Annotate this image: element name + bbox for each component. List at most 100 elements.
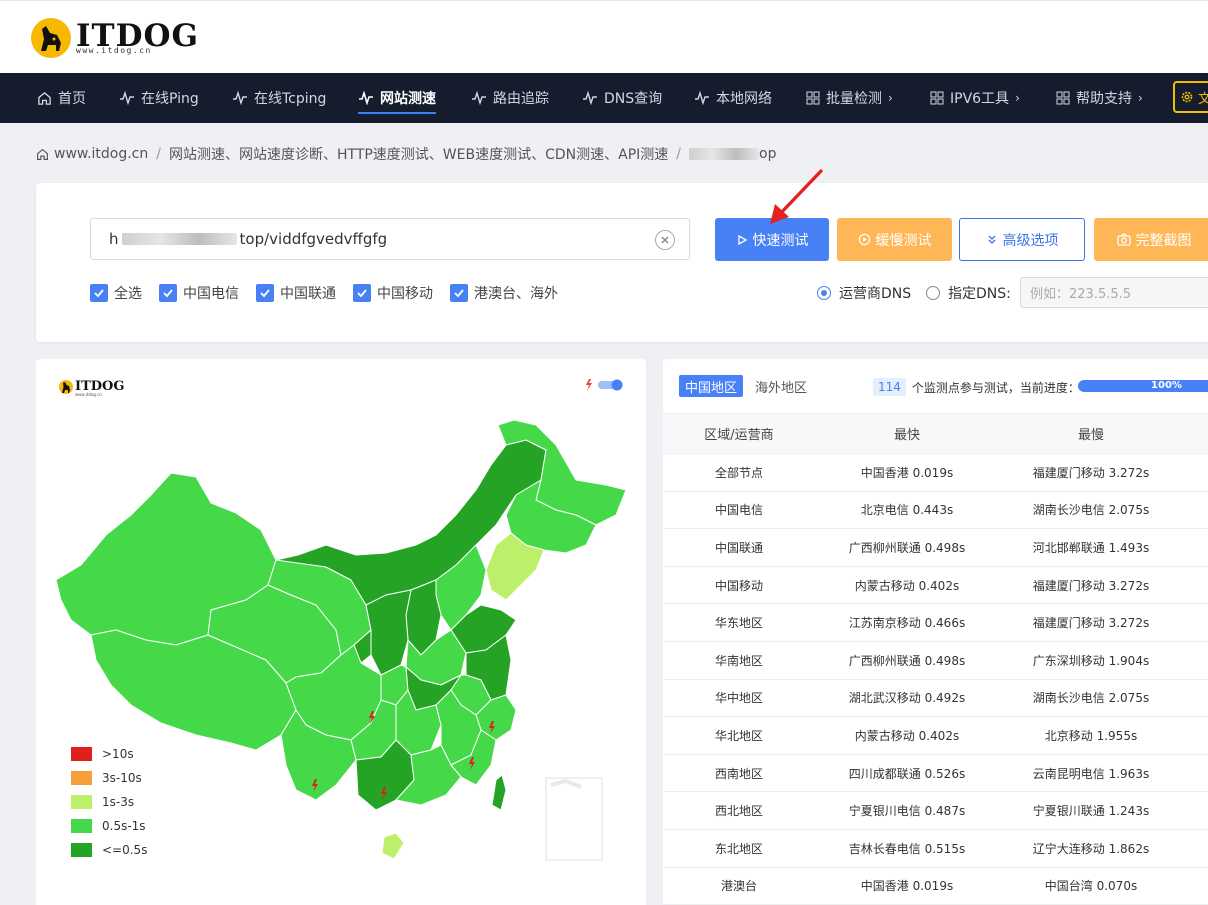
radio-label: 指定DNS:	[948, 286, 1011, 302]
double-chevron-down-icon	[988, 235, 995, 244]
radio-isp-dns[interactable]: 运营商DNS	[817, 284, 911, 302]
breadcrumb-section[interactable]: 网站测速、网站速度诊断、HTTP速度测试、WEB速度测试、CDN测速、API测速	[169, 144, 668, 164]
slowest-cell: 湖南长沙电信 2.075s	[1032, 691, 1150, 706]
slowest-cell: 中国台湾 0.070s	[1044, 879, 1138, 894]
map-region-shaanxi	[365, 589, 412, 676]
red-arrow-annotation	[770, 169, 823, 224]
nav-label: IPV6工具	[950, 91, 1010, 107]
advanced-options-button[interactable]: 高级选项	[959, 218, 1085, 261]
fastest-cell: 北京电信 0.443s	[860, 503, 954, 518]
slowest-cell: 辽宁大连移动 1.862s	[1032, 841, 1150, 856]
tab-china[interactable]: 中国地区	[679, 375, 744, 397]
progress-text: 个监测点参与测试，当前进度：	[911, 380, 1080, 395]
custom-dns-input[interactable]: 例如：223.5.5.5	[1020, 277, 1208, 308]
slowest-cell: 福建厦门移动 3.272s	[1032, 616, 1150, 631]
check-icon	[450, 284, 468, 302]
nav-item-ping[interactable]: 在线Ping	[119, 73, 199, 123]
check-icon	[353, 284, 371, 302]
legend-swatch	[71, 819, 92, 833]
nav-label: 帮助支持	[1076, 91, 1132, 107]
breadcrumb-home[interactable]: www.itdog.cn	[54, 146, 148, 162]
table-row: 中国电信 北京电信 0.443s 湖南长沙电信 2.075s	[663, 492, 1208, 530]
column-header: 最快	[893, 428, 920, 443]
main-nav: 首页 在线Ping 在线Tcping 网站测速 路由追踪 DNS查询 本地网络 …	[0, 73, 1208, 123]
nav-label: 网站测速	[380, 91, 436, 107]
checkbox-select-all[interactable]: 全选	[90, 284, 142, 302]
fastest-cell: 江苏南京移动 0.466s	[848, 616, 966, 631]
slowest-cell: 福建厦门移动 3.272s	[1032, 578, 1150, 593]
nav-item-batch[interactable]: 批量检测 ›	[806, 73, 893, 123]
radio-custom-dns[interactable]: 指定DNS:	[926, 284, 1011, 302]
slow-test-label: 缓慢测试	[875, 232, 932, 249]
checkbox-mobile[interactable]: 中国移动	[353, 284, 433, 302]
quick-test-label: 快速测试	[752, 232, 809, 249]
home-icon	[38, 91, 51, 105]
nav-item-home[interactable]: 首页	[37, 73, 86, 123]
table-header: 区域/运营商 最快 最慢	[663, 413, 1208, 454]
logo-subtext: www.itdog.cn	[76, 46, 152, 55]
settings-button[interactable]: 文	[1173, 81, 1208, 113]
full-screenshot-button[interactable]: 完整截图	[1094, 218, 1208, 261]
nav-item-help[interactable]: 帮助支持 ›	[1056, 73, 1143, 123]
nav-item-website-speed[interactable]: 网站测速	[358, 73, 436, 123]
slowest-cell: 宁夏银川联通 1.243s	[1032, 804, 1150, 819]
map-toggle[interactable]	[586, 379, 624, 391]
nav-item-tcping[interactable]: 在线Tcping	[232, 73, 326, 123]
clear-input-button[interactable]	[655, 230, 675, 250]
fastest-cell: 中国香港 0.019s	[860, 879, 954, 894]
region-cell: 华北地区	[714, 728, 763, 743]
region-cell: 华东地区	[714, 616, 763, 631]
legend-item: >10s	[71, 742, 147, 766]
grid-icon	[1056, 91, 1070, 105]
legend-swatch	[71, 771, 92, 785]
legend-item: <=0.5s	[71, 838, 147, 862]
legend-label: 0.5s-1s	[102, 819, 146, 833]
nav-item-dns[interactable]: DNS查询	[582, 73, 662, 123]
fastest-cell: 四川成都联通 0.526s	[848, 766, 966, 781]
gear-icon	[1181, 91, 1193, 103]
slowest-cell: 福建厦门移动 3.272s	[1032, 465, 1150, 480]
url-input[interactable]: h top/viddfgvedvffgfg	[90, 218, 690, 260]
url-redacted	[121, 233, 237, 245]
nav-item-traceroute[interactable]: 路由追踪	[471, 73, 549, 123]
pulse-icon	[583, 91, 597, 105]
table-row: 西南地区 四川成都联通 0.526s 云南昆明电信 1.963s	[663, 755, 1208, 793]
check-icon	[159, 284, 177, 302]
fastest-cell: 内蒙古移动 0.402s	[854, 578, 960, 593]
url-prefix: h	[109, 230, 119, 248]
pulse-icon	[472, 91, 486, 105]
radio-dot-icon	[817, 286, 831, 300]
nav-label: 批量检测	[826, 91, 882, 107]
slowest-cell: 湖南长沙电信 2.075s	[1032, 503, 1150, 518]
checkbox-label: 中国移动	[377, 286, 433, 302]
slowest-cell: 广东深圳移动 1.904s	[1032, 653, 1150, 668]
result-table: 区域/运营商 最快 最慢 全部节点 中国香港 0.019s 福建厦门移动 3.272…	[663, 413, 1208, 905]
nav-item-local-network[interactable]: 本地网络	[694, 73, 772, 123]
tab-overseas[interactable]: 海外地区	[749, 375, 813, 397]
south-sea-inset	[545, 777, 603, 861]
table-body: 全部节点 中国香港 0.019s 福建厦门移动 3.272s 中国电信 北京电信 0.4…	[663, 454, 1208, 905]
table-row: 全部节点 中国香港 0.019s 福建厦门移动 3.272s	[663, 454, 1208, 492]
checkbox-unicom[interactable]: 中国联通	[256, 284, 336, 302]
site-logo[interactable]: ITDOG www.itdog.cn	[30, 17, 198, 61]
pulse-icon	[695, 91, 709, 105]
table-row: 东北地区 吉林长春电信 0.515s 辽宁大连移动 1.862s	[663, 830, 1208, 868]
slowest-cell: 河北邯郸联通 1.493s	[1032, 540, 1150, 555]
region-cell: 东北地区	[714, 841, 763, 856]
home-icon	[37, 148, 48, 160]
nav-label: 本地网络	[716, 91, 772, 107]
legend-label: >10s	[102, 747, 134, 761]
checkbox-telecom[interactable]: 中国电信	[159, 284, 239, 302]
checkbox-overseas[interactable]: 港澳台、海外	[450, 284, 558, 302]
play-icon	[737, 234, 747, 245]
progress-info: 114 个监测点参与测试，当前进度：	[873, 377, 1080, 397]
slow-test-button[interactable]: 缓慢测试	[837, 218, 952, 261]
fastest-cell: 广西柳州联通 0.498s	[848, 653, 966, 668]
region-cell: 西北地区	[714, 804, 763, 819]
table-row: 华中地区 湖北武汉移动 0.492s 湖南长沙电信 2.075s	[663, 680, 1208, 718]
chevron-right-icon: ›	[1015, 91, 1020, 105]
slowest-cell: 云南昆明电信 1.963s	[1032, 766, 1150, 781]
progress-fill: 100%	[1078, 380, 1208, 392]
region-cell: 港澳台	[720, 879, 757, 894]
nav-item-ipv6[interactable]: IPV6工具 ›	[930, 73, 1020, 123]
